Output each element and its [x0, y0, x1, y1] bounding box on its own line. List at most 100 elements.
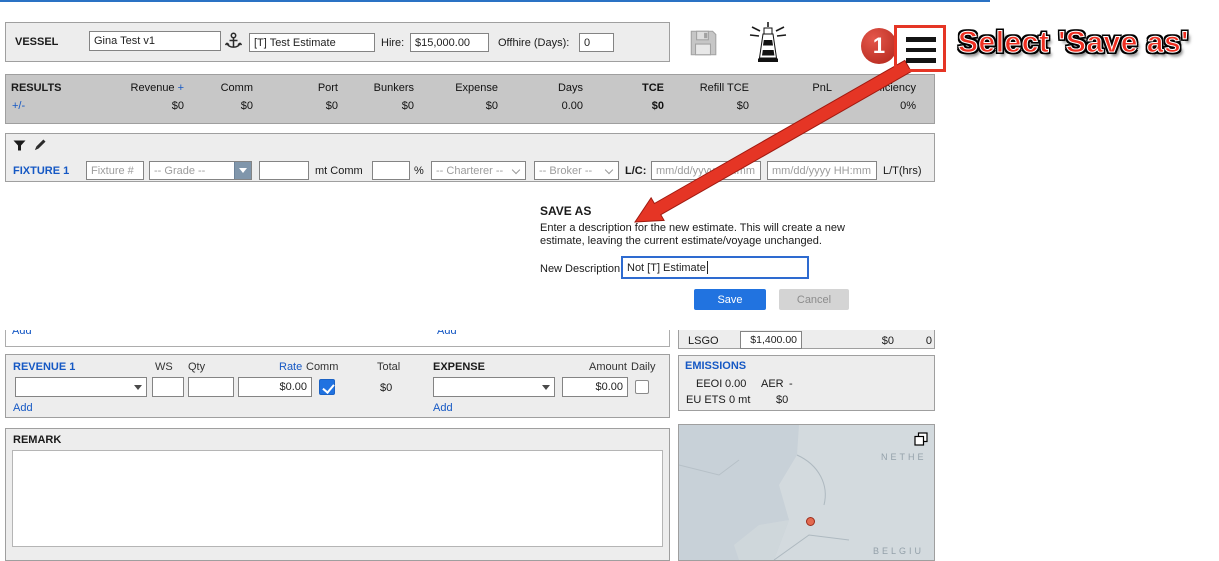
expense-title: EXPENSE	[433, 361, 485, 373]
laycan-label: L/C:	[625, 165, 646, 177]
aer-label: AER	[761, 378, 784, 390]
rate-value: $0.00	[279, 381, 307, 393]
results-col-label: Days	[558, 82, 583, 94]
results-column-refill-tce: Refill TCE $0	[671, 82, 749, 112]
results-col-label: Port	[318, 82, 338, 94]
vessel-name-input[interactable]: Gina Test v1	[89, 31, 221, 51]
annotation-instruction-text: Select 'Save as'	[958, 26, 1189, 60]
vessel-label: VESSEL	[15, 36, 58, 48]
anchor-icon[interactable]	[225, 32, 242, 55]
ws-input[interactable]	[152, 377, 184, 397]
results-col-label: Refill TCE	[700, 82, 749, 94]
fixture-bar: FIXTURE 1 Fixture # -- Grade -- mt Comm …	[5, 133, 935, 182]
laycan-to-placeholder: mm/dd/yyyy HH:mm	[772, 165, 871, 177]
comm-percent-input[interactable]	[372, 161, 410, 180]
eeoi-label: EEOI	[696, 378, 722, 390]
grade-dropdown-button[interactable]	[234, 162, 251, 179]
estimate-name-input[interactable]: [T] Test Estimate	[249, 33, 375, 52]
offhire-input[interactable]: 0	[579, 33, 614, 52]
lighthouse-icon[interactable]	[749, 21, 787, 66]
dialog-description-line1: Enter a description for the new estimate…	[540, 222, 845, 234]
dialog-description-line2: estimate, leaving the current estimate/v…	[540, 235, 822, 247]
new-description-input[interactable]: Not [T] Estimate	[621, 256, 809, 279]
revenue-expense-panel: REVENUE 1 WS Qty Rate Comm Total EXPENSE…	[5, 354, 670, 418]
edit-pencil-icon[interactable]	[32, 138, 47, 156]
results-col-value: $0	[671, 100, 749, 112]
results-col-value: $0	[596, 100, 664, 112]
bunker-grade-label: LSGO	[688, 335, 719, 347]
grade-select[interactable]: -- Grade --	[149, 161, 252, 180]
rate-header-link[interactable]: Rate	[279, 361, 302, 373]
map-canvas[interactable]	[679, 425, 934, 560]
amount-header: Amount	[589, 361, 627, 373]
filter-icon[interactable]	[13, 140, 26, 154]
laytime-label: L/T(hrs)	[883, 165, 922, 177]
broker-placeholder: -- Broker --	[539, 165, 592, 177]
bunker-cost-value: $0	[844, 335, 894, 347]
expense-type-select[interactable]	[433, 377, 555, 397]
menu-hamburger-icon[interactable]	[906, 37, 936, 64]
results-col-label: Efficiency	[869, 82, 916, 94]
percent-label: %	[414, 165, 424, 177]
results-col-value: $0	[191, 100, 253, 112]
results-col-value: 0.00	[511, 100, 583, 112]
results-col-value: $0	[268, 100, 338, 112]
revenue-type-select[interactable]	[15, 377, 147, 397]
map-expand-icon[interactable]	[913, 431, 929, 450]
map-panel[interactable]: NETHE BELGIU	[678, 424, 935, 561]
revenue-add-link[interactable]: Add	[13, 402, 33, 414]
expense-amount-input[interactable]: $0.00	[562, 377, 628, 397]
hamburger-bar	[906, 58, 936, 63]
results-col-label: PnL	[812, 82, 832, 94]
results-column-port: Port $0	[268, 82, 338, 112]
broker-select[interactable]: -- Broker --	[534, 161, 619, 180]
revenue-total-value: $0	[380, 382, 392, 394]
fixture-title: FIXTURE 1	[13, 165, 69, 177]
results-column-revenue: Revenue+ $0	[96, 82, 184, 112]
results-column-comm: Comm $0	[191, 82, 253, 112]
results-col-value: $0	[96, 100, 184, 112]
results-column-bunkers: Bunkers $0	[346, 82, 414, 112]
vessel-position-marker[interactable]	[806, 517, 815, 526]
hire-input[interactable]: $15,000.00	[410, 33, 489, 52]
bunker-price-input[interactable]: $1,400.00	[740, 331, 802, 349]
results-col-value: $0	[346, 100, 414, 112]
hamburger-bar	[906, 37, 936, 42]
ws-header: WS	[155, 361, 173, 373]
hire-value: $15,000.00	[415, 37, 470, 49]
annotation-step-badge: 1	[861, 28, 897, 64]
chevron-down-icon	[134, 385, 142, 390]
laycan-from-input[interactable]: mm/dd/yyyy HH:mm	[651, 161, 761, 180]
chevron-down-icon	[512, 166, 520, 174]
revenue-plus-link[interactable]: +	[178, 82, 184, 94]
laycan-to-input[interactable]: mm/dd/yyyy HH:mm	[767, 161, 877, 180]
results-column-pnl: PnL	[754, 82, 832, 100]
results-plus-minus-toggle[interactable]: +/-	[12, 100, 25, 112]
new-description-label: New Description	[540, 263, 620, 275]
expense-daily-checkbox[interactable]	[635, 380, 649, 394]
save-icon[interactable]	[687, 27, 719, 62]
new-description-value: Not [T] Estimate	[627, 262, 706, 274]
results-col-label: Comm	[221, 82, 253, 94]
results-col-label: TCE	[642, 82, 664, 94]
charterer-select[interactable]: -- Charterer --	[431, 161, 526, 180]
results-column-efficiency: Efficiency 0%	[836, 82, 916, 112]
emissions-panel: EMISSIONS EEOI 0.00 AER - EU ETS 0 mt $0	[678, 355, 935, 411]
save-button[interactable]: Save	[694, 289, 766, 310]
hamburger-bar	[906, 48, 936, 53]
top-accent-line	[0, 0, 990, 2]
cargo-qty-input[interactable]	[259, 161, 309, 180]
rate-input[interactable]: $0.00	[238, 377, 312, 397]
remark-textarea[interactable]	[12, 450, 663, 547]
cancel-button[interactable]: Cancel	[779, 289, 849, 310]
daily-header: Daily	[631, 361, 655, 373]
offhire-value: 0	[584, 37, 590, 49]
fixture-number-input[interactable]: Fixture #	[86, 161, 144, 180]
expense-add-link[interactable]: Add	[433, 402, 453, 414]
revenue-comm-checkbox[interactable]	[319, 379, 335, 395]
qty-input[interactable]	[188, 377, 234, 397]
mt-comm-label: mt Comm	[315, 165, 363, 177]
results-column-days: Days 0.00	[511, 82, 583, 112]
results-title: RESULTS	[11, 82, 62, 94]
save-as-dialog: SAVE AS Enter a description for the new …	[0, 182, 990, 330]
